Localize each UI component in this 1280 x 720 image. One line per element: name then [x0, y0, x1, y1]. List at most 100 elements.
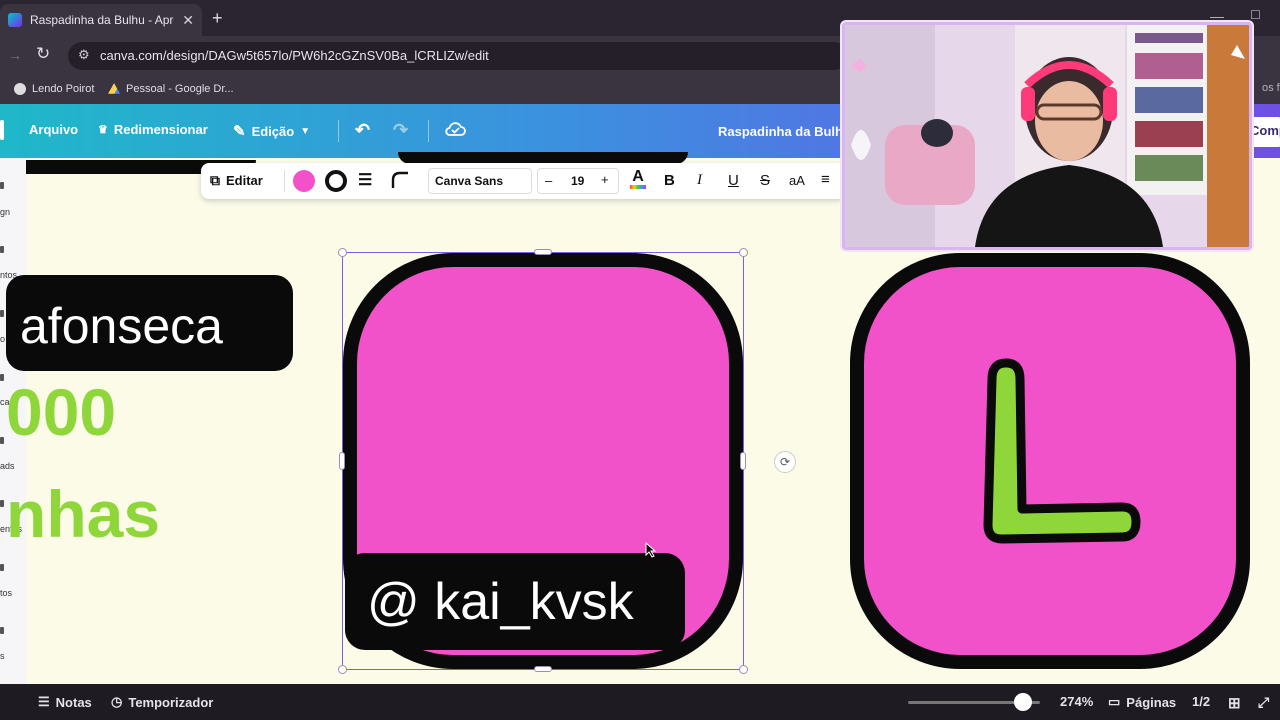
bookmark-google-drive[interactable]: Pessoal - Google Dr...: [108, 80, 234, 98]
pages-label: Páginas: [1126, 694, 1177, 710]
border-style-icon[interactable]: ☰: [358, 170, 372, 190]
resize-button[interactable]: ♛ Redimensionar: [98, 122, 208, 137]
menu-edge: [0, 120, 4, 140]
resize-handle-left[interactable]: [339, 452, 345, 470]
url-text[interactable]: canva.com/design/DAGw5t657lo/PW6h2cGZnSV…: [100, 48, 489, 63]
other-bookmarks[interactable]: os fave: [1262, 82, 1280, 94]
cloud-saved-icon[interactable]: [444, 120, 466, 138]
strikethrough-button[interactable]: S: [760, 172, 770, 189]
count-text[interactable]: 000: [6, 374, 116, 450]
webcam-feed-image: [845, 25, 1249, 247]
uploads-icon[interactable]: [0, 437, 4, 444]
projects-icon[interactable]: [0, 564, 4, 571]
fill-color-swatch[interactable]: [293, 170, 315, 192]
bookmark-label: Pessoal - Google Dr...: [126, 83, 234, 95]
pencil-icon: ✎: [233, 123, 246, 140]
resize-handle-bottom[interactable]: [534, 666, 552, 672]
underline-button[interactable]: U: [728, 172, 739, 189]
edit-element-button[interactable]: ⧉ Editar: [210, 172, 263, 189]
resize-handle-right[interactable]: [740, 452, 746, 470]
unit-text[interactable]: nhas: [6, 476, 160, 552]
window-maximize-icon[interactable]: ☐: [1250, 8, 1261, 22]
rail-label-text[interactable]: o: [0, 334, 5, 344]
letter-case-button[interactable]: aA: [789, 173, 805, 188]
project-title[interactable]: Raspadinha da Bulhu: [718, 124, 851, 139]
google-drive-icon: [108, 83, 120, 94]
tab-title: Raspadinha da Bulhu - Apresen: [30, 13, 174, 27]
file-menu-label: Arquivo: [29, 122, 79, 137]
font-size-value[interactable]: 19: [571, 174, 584, 188]
timer-label: Temporizador: [128, 694, 214, 710]
redo-icon[interactable]: ↷: [393, 120, 408, 141]
resize-label: Redimensionar: [113, 122, 208, 137]
resize-handle-top-right[interactable]: [739, 248, 748, 257]
new-tab-button[interactable]: +: [212, 8, 223, 29]
reload-icon[interactable]: ↻: [36, 44, 50, 64]
zoom-slider-handle[interactable]: [1014, 693, 1032, 711]
undo-icon[interactable]: ↶: [355, 120, 370, 141]
mouse-cursor-icon: [645, 541, 657, 563]
bold-button[interactable]: B: [664, 172, 675, 189]
pages-icon: ▭: [1108, 694, 1121, 709]
resize-handle-bottom-left[interactable]: [338, 665, 347, 674]
notes-label: Notas: [55, 694, 92, 710]
canva-favicon-icon: [8, 13, 22, 27]
username-text[interactable]: afonseca: [20, 297, 223, 355]
text-color-bar: [630, 185, 646, 189]
tools-icon[interactable]: [0, 500, 4, 507]
browser-tab[interactable]: Raspadinha da Bulhu - Apresen ✕: [0, 4, 202, 36]
divider: [284, 170, 285, 192]
rounding-icon: [391, 171, 408, 188]
zoom-value[interactable]: 274%: [1060, 694, 1093, 709]
align-icon[interactable]: ≡: [821, 171, 830, 188]
fullscreen-icon[interactable]: ⤢: [1258, 694, 1269, 711]
timer-button[interactable]: ◷ Temporizador: [111, 694, 213, 710]
notes-button[interactable]: ☰ Notas: [38, 694, 92, 710]
bookmark-label: Lendo Poirot: [32, 83, 95, 95]
edit-mode-button[interactable]: ✎ Edição ▼: [233, 122, 310, 140]
letter-l-graphic: [983, 358, 1141, 544]
border-color-swatch[interactable]: [325, 170, 347, 192]
site-settings-icon[interactable]: ⚙: [78, 47, 90, 63]
increase-size-button[interactable]: +: [601, 172, 609, 187]
rail-label-projects[interactable]: tos: [0, 588, 12, 598]
bookmark-favicon-icon: [14, 83, 26, 95]
elements-icon[interactable]: [0, 246, 4, 253]
rotate-icon[interactable]: ⟳: [774, 451, 796, 473]
text-icon[interactable]: [0, 310, 4, 317]
page-indicator[interactable]: 1/2: [1192, 694, 1210, 709]
bookmark-lendo-poirot[interactable]: Lendo Poirot: [14, 80, 94, 98]
webcam-overlay: [842, 22, 1252, 250]
grid-view-icon[interactable]: ⊞: [1228, 694, 1241, 712]
pages-button[interactable]: ▭ Páginas: [1108, 694, 1176, 710]
decrease-size-button[interactable]: –: [545, 173, 552, 188]
design-icon[interactable]: [0, 182, 4, 189]
font-name[interactable]: Canva Sans: [435, 174, 503, 188]
cloud-check-icon: [445, 122, 466, 136]
edit-element-label: Editar: [226, 173, 263, 188]
resize-handle-top-left[interactable]: [338, 248, 347, 257]
selection-box: [342, 252, 744, 670]
resize-handle-bottom-right[interactable]: [739, 665, 748, 674]
pink-card[interactable]: [850, 253, 1250, 669]
brand-icon[interactable]: [0, 374, 4, 381]
rail-label-design[interactable]: gn: [0, 207, 10, 217]
divider: [428, 120, 429, 142]
text-color-button[interactable]: A: [630, 169, 646, 189]
file-menu-button[interactable]: Arquivo: [29, 122, 78, 137]
italic-button[interactable]: I: [697, 172, 702, 189]
text-color-icon: A: [632, 168, 644, 185]
divider: [338, 120, 339, 142]
shapes-icon: ⧉: [210, 172, 220, 188]
tab-close-icon[interactable]: ✕: [182, 12, 194, 29]
crown-icon: ♛: [98, 124, 108, 136]
corner-rounding-icon[interactable]: [390, 170, 410, 190]
notes-icon: ☰: [38, 694, 50, 709]
rail-label-uploads[interactable]: ads: [0, 461, 15, 471]
rail-label-apps[interactable]: s: [0, 651, 5, 661]
forward-arrow-icon[interactable]: →: [8, 47, 22, 63]
edit-mode-label: Edição: [251, 123, 295, 139]
apps-icon[interactable]: [0, 627, 4, 634]
resize-handle-top[interactable]: [534, 249, 552, 255]
timer-icon: ◷: [111, 694, 123, 709]
